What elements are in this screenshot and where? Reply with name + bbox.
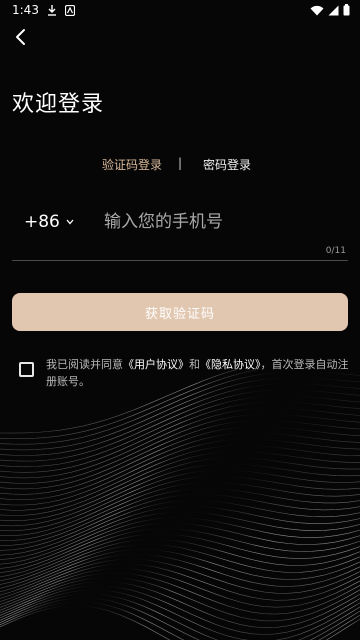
battery-icon	[343, 4, 350, 16]
tab-divider: |	[178, 156, 183, 170]
wave-line	[0, 389, 360, 462]
wave-line	[0, 395, 360, 468]
chevron-down-icon	[66, 219, 74, 225]
wave-line	[0, 517, 360, 569]
wave-line	[0, 499, 360, 556]
wave-line	[0, 371, 360, 445]
wave-line	[0, 597, 360, 640]
status-bar: 1:43	[0, 0, 360, 20]
tab-sms-login[interactable]: 验证码登录	[102, 156, 162, 173]
wave-line	[0, 493, 360, 551]
wave-line	[0, 463, 360, 527]
phone-length-counter: 0/11	[325, 246, 346, 256]
wave-line	[0, 605, 360, 640]
app-notification-icon	[64, 4, 75, 16]
wave-line	[0, 593, 360, 640]
phone-input[interactable]	[102, 211, 348, 233]
page-title: 欢迎登录	[12, 92, 105, 117]
status-time: 1:43	[12, 3, 39, 17]
login-tabs: 验证码登录 | 密码登录	[0, 154, 360, 174]
wave-line	[0, 585, 360, 635]
phone-input-underline	[12, 260, 348, 261]
status-right	[310, 4, 350, 16]
chevron-left-icon	[16, 29, 25, 45]
wifi-icon	[310, 5, 324, 15]
wave-line	[0, 469, 360, 532]
wave-line	[0, 457, 360, 522]
wave-line	[0, 487, 360, 546]
phone-row: +86	[12, 207, 348, 237]
wave-line	[0, 383, 360, 456]
status-left: 1:43	[12, 3, 75, 17]
country-code: +86	[24, 212, 60, 232]
country-code-selector[interactable]: +86	[12, 212, 90, 232]
tab-password-login[interactable]: 密码登录	[203, 156, 251, 173]
wave-background-image	[0, 370, 360, 640]
wave-line	[0, 432, 360, 501]
get-code-button[interactable]: 获取验证码	[12, 293, 348, 331]
wave-line	[0, 413, 360, 484]
back-button[interactable]	[14, 26, 42, 48]
signal-icon	[328, 5, 339, 15]
download-icon	[47, 5, 56, 16]
